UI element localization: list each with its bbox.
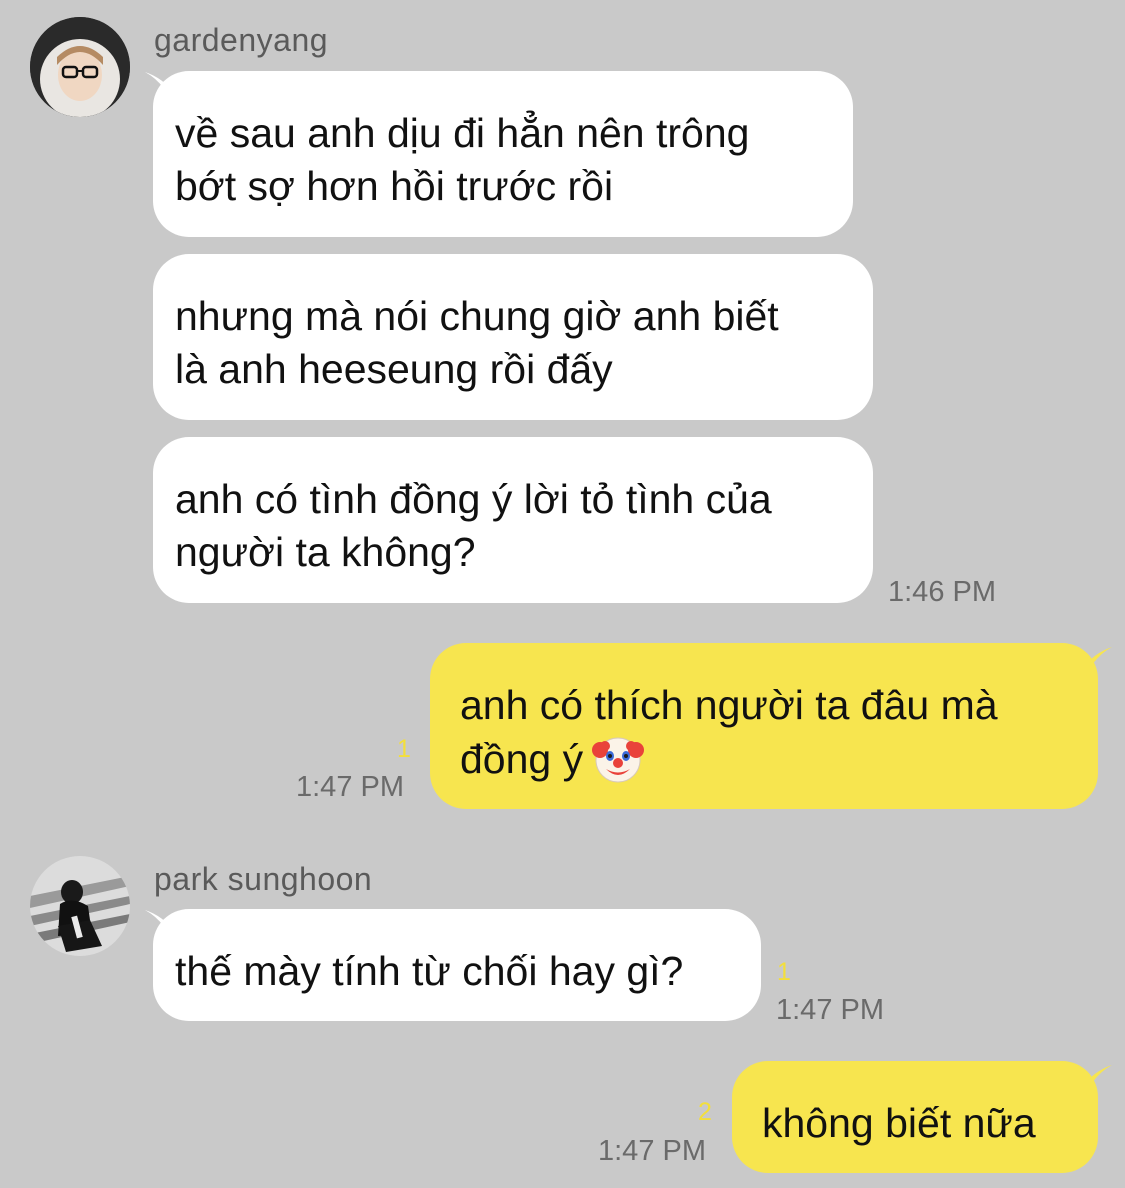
message-timestamp: 1:47 PM [776, 994, 884, 1026]
message-text: không biết nữa [762, 1100, 1036, 1146]
unread-count: 1 [777, 958, 791, 986]
message-bubble-outgoing[interactable]: không biết nữa [732, 1061, 1098, 1173]
avatar-photo [30, 856, 130, 956]
message-text: đồng ý [460, 735, 584, 782]
message-bubble[interactable]: thế mày tính từ chối hay gì? [153, 909, 761, 1021]
bubble-tail [1082, 1065, 1112, 1105]
message-timestamp: 1:47 PM [598, 1135, 706, 1167]
bubble-tail [1082, 647, 1112, 687]
message-bubble-outgoing[interactable]: anh có thích người ta đâu mà đồng ý [430, 643, 1098, 809]
message-text: anh có tình đồng ý lời tỏ tình của [175, 476, 772, 522]
message-text: về sau anh dịu đi hẳn nên trông [175, 110, 750, 156]
message-bubble[interactable]: về sau anh dịu đi hẳn nên trông bớt sợ h… [153, 71, 853, 237]
message-text: là anh heeseung rồi đấy [175, 346, 613, 392]
message-timestamp: 1:46 PM [888, 576, 996, 608]
avatar-gardenyang[interactable] [30, 17, 130, 117]
sender-name: park sunghoon [154, 861, 373, 897]
message-bubble[interactable]: nhưng mà nói chung giờ anh biết là anh h… [153, 254, 873, 420]
unread-count: 2 [698, 1098, 712, 1126]
clown-face-icon [592, 737, 645, 783]
unread-count: 1 [397, 735, 411, 763]
avatar-park-sunghoon[interactable] [30, 856, 130, 956]
message-text: người ta không? [175, 529, 476, 575]
message-text: bớt sợ hơn hồi trước rồi [175, 163, 614, 209]
message-text: anh có thích người ta đâu mà [460, 682, 998, 728]
message-bubble[interactable]: anh có tình đồng ý lời tỏ tình của người… [153, 437, 873, 603]
message-timestamp: 1:47 PM [296, 771, 404, 803]
sender-name: gardenyang [154, 22, 329, 58]
avatar-photo [30, 17, 130, 117]
message-text: thế mày tính từ chối hay gì? [175, 948, 684, 994]
message-text: nhưng mà nói chung giờ anh biết [175, 293, 779, 339]
